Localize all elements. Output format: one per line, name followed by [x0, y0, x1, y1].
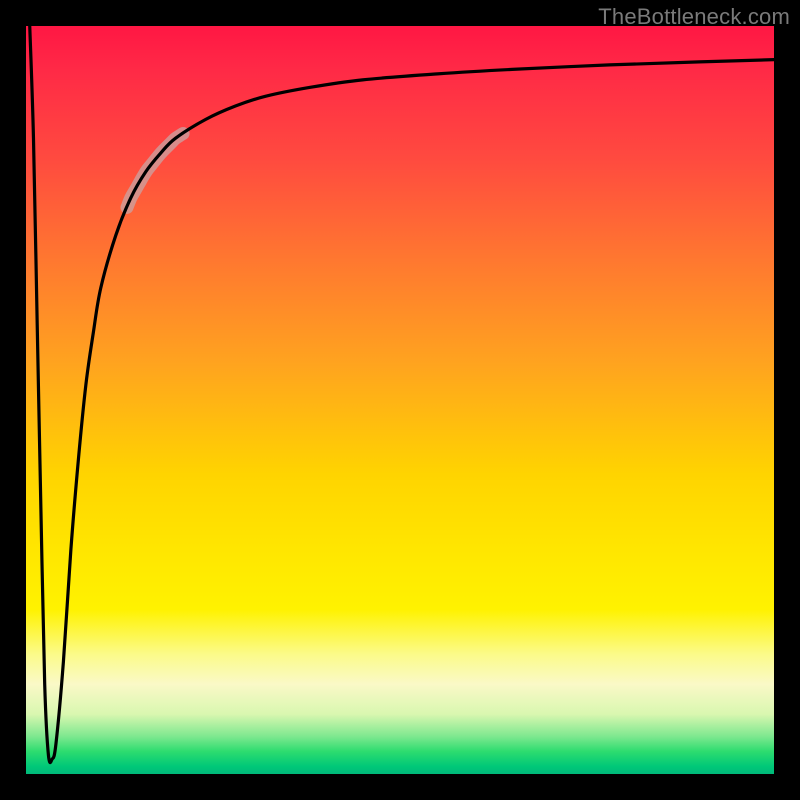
- curve-svg: [26, 26, 774, 774]
- curve-highlight: [127, 134, 183, 208]
- plot-area: [26, 26, 774, 774]
- bottleneck-curve: [30, 26, 774, 763]
- chart-stage: TheBottleneck.com: [0, 0, 800, 800]
